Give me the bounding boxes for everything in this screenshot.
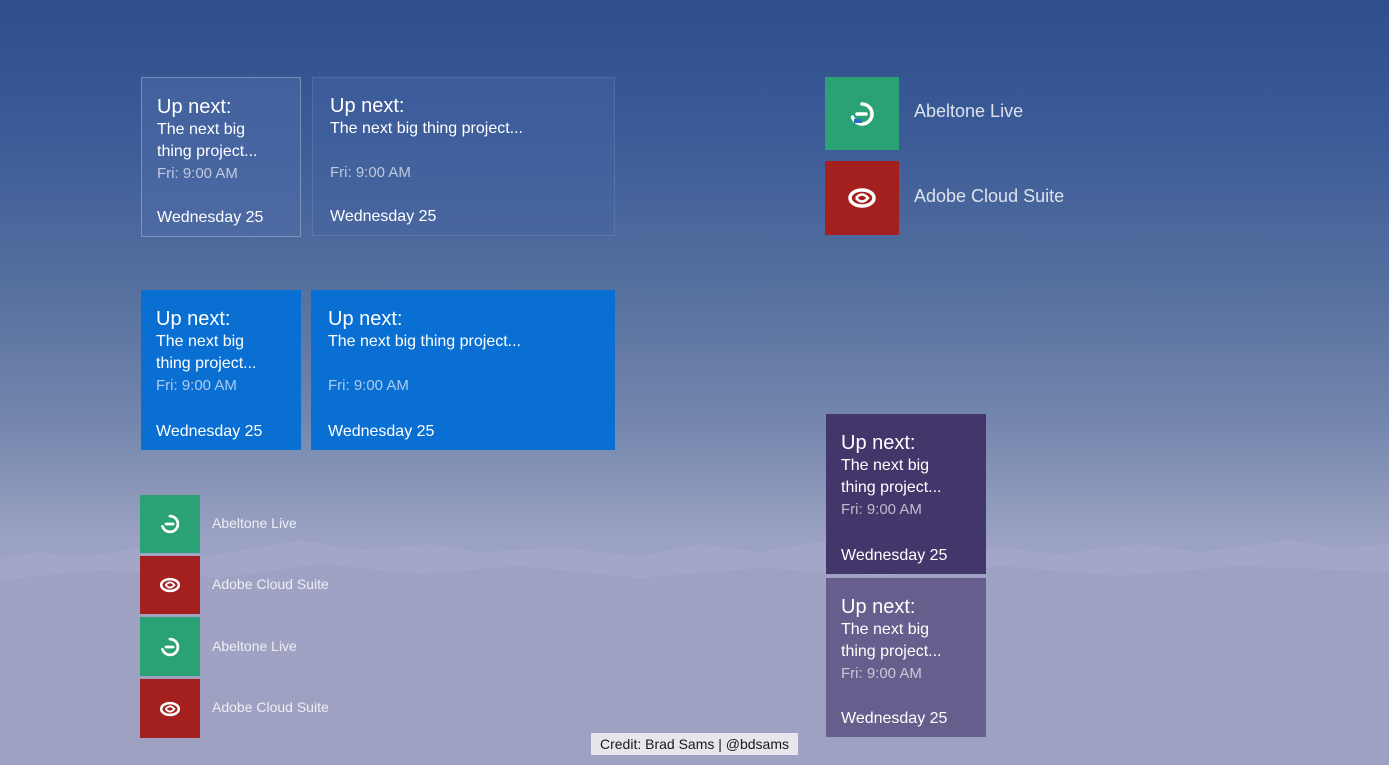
event-time: Fri: 9:00 AM (841, 665, 922, 682)
event-time: Fri: 9:00 AM (330, 164, 411, 181)
tile-date: Wednesday 25 (328, 423, 435, 440)
calendar-tile-medium-purple-translucent[interactable]: Up next: The next big thing project... F… (826, 578, 986, 737)
event-time: Fri: 9:00 AM (841, 501, 922, 518)
event-title: The next big thing project... (330, 120, 523, 137)
image-credit: Credit: Brad Sams | @bdsams (591, 733, 798, 755)
event-title-line2: thing project... (841, 479, 942, 496)
event-title-line1: The next big (156, 333, 245, 350)
app-tile-abeltone-live-large[interactable] (825, 77, 899, 150)
ableton-live-icon (161, 514, 180, 534)
event-time: Fri: 9:00 AM (157, 165, 238, 182)
event-title: The next big thing project... (328, 333, 521, 350)
tile-date: Wednesday 25 (157, 209, 264, 226)
app-label-abeltone-live[interactable]: Abeltone Live (212, 515, 297, 531)
event-time: Fri: 9:00 AM (156, 377, 237, 394)
event-title-line2: thing project... (157, 143, 258, 160)
snowy-mountains-background (0, 540, 1389, 765)
tile-date: Wednesday 25 (841, 710, 948, 727)
app-label-adobe-cloud-suite[interactable]: Adobe Cloud Suite (914, 186, 1064, 207)
event-title-line2: thing project... (841, 643, 942, 660)
calendar-tile-medium-glass-selected[interactable]: Up next: The next big thing project... F… (141, 77, 301, 237)
app-tile-adobe-cloud-suite-large[interactable] (825, 161, 899, 235)
calendar-tile-wide-blue[interactable]: Up next: The next big thing project... F… (311, 290, 615, 450)
creative-cloud-icon (159, 577, 181, 593)
calendar-tile-medium-purple[interactable]: Up next: The next big thing project... F… (826, 414, 986, 574)
creative-cloud-icon (159, 701, 181, 716)
tile-date: Wednesday 25 (156, 423, 263, 440)
calendar-tile-wide-glass[interactable]: Up next: The next big thing project... F… (312, 77, 615, 236)
app-label-abeltone-live[interactable]: Abeltone Live (212, 638, 297, 654)
up-next-label: Up next: (156, 308, 231, 330)
event-time: Fri: 9:00 AM (328, 377, 409, 394)
event-title-line1: The next big (841, 457, 930, 474)
up-next-label: Up next: (328, 308, 403, 330)
creative-cloud-icon (848, 188, 876, 208)
app-label-adobe-cloud-suite[interactable]: Adobe Cloud Suite (212, 576, 329, 592)
tile-date: Wednesday 25 (330, 208, 437, 225)
app-tile-adobe-cloud-suite-small[interactable] (140, 556, 200, 614)
up-next-label: Up next: (330, 95, 405, 117)
event-title-line1: The next big (841, 621, 930, 638)
event-title-line1: The next big (157, 121, 246, 138)
app-tile-adobe-cloud-suite-small[interactable] (140, 679, 200, 738)
up-next-label: Up next: (841, 596, 916, 618)
app-tile-abeltone-live-small[interactable] (140, 495, 200, 553)
ableton-live-icon (850, 101, 874, 126)
calendar-tile-medium-blue[interactable]: Up next: The next big thing project... F… (141, 290, 301, 450)
tile-date: Wednesday 25 (841, 547, 948, 564)
app-tile-abeltone-live-small[interactable] (140, 617, 200, 676)
app-label-adobe-cloud-suite[interactable]: Adobe Cloud Suite (212, 699, 329, 715)
up-next-label: Up next: (841, 432, 916, 454)
up-next-label: Up next: (157, 96, 232, 118)
ableton-live-icon (161, 637, 180, 656)
event-title-line2: thing project... (156, 355, 257, 372)
app-label-abeltone-live[interactable]: Abeltone Live (914, 101, 1023, 122)
